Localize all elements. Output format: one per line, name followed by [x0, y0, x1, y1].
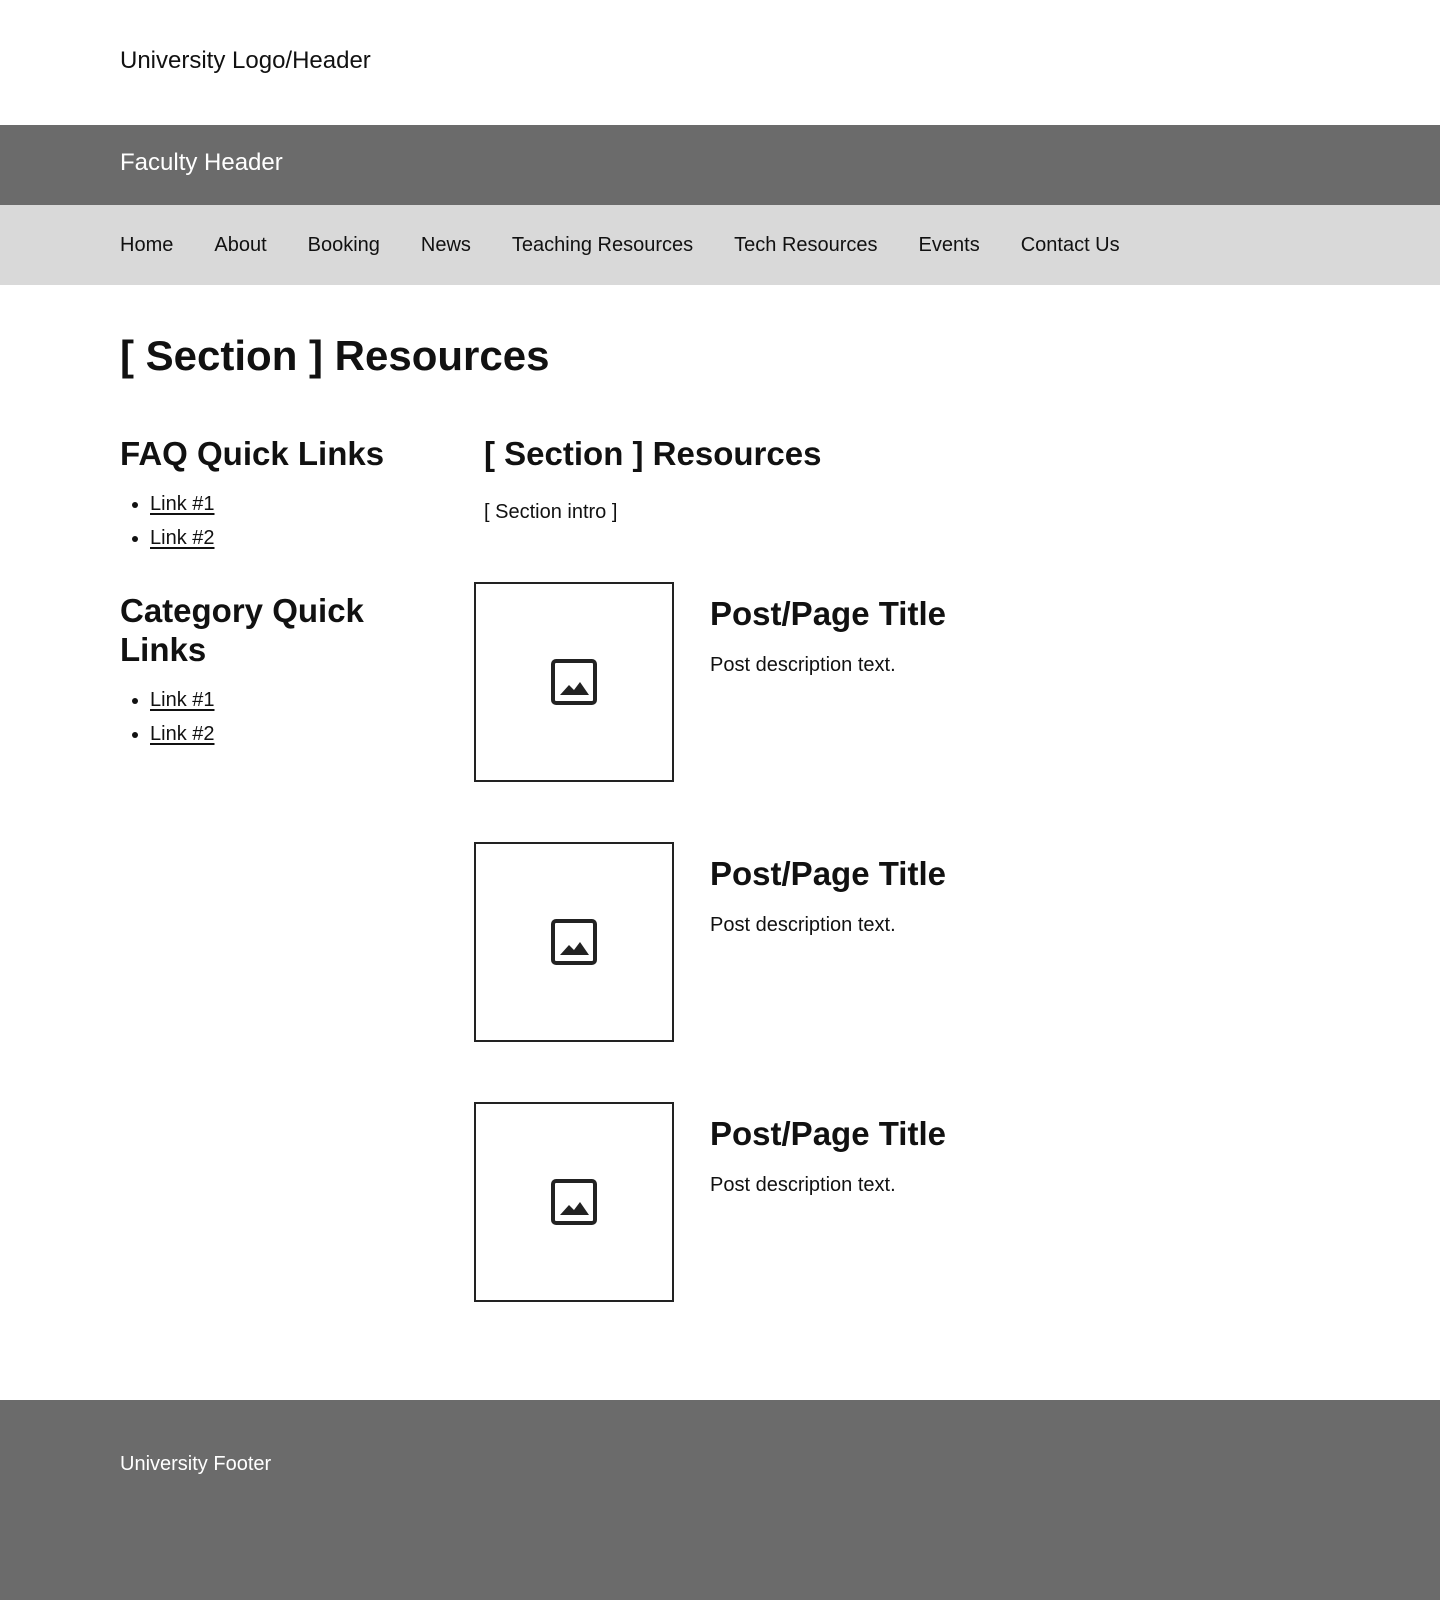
post-thumbnail[interactable] [474, 1102, 674, 1302]
sidebar: FAQ Quick Links Link #1 Link #2 Category… [120, 434, 420, 751]
category-quick-links-title: Category Quick Links [120, 592, 364, 668]
nav-item-events[interactable]: Events [919, 234, 980, 257]
faq-quick-links-title: FAQ Quick Links [120, 435, 385, 472]
image-icon [551, 659, 597, 705]
faq-link-list: Link #1 Link #2 [120, 487, 420, 555]
post-description: Post description text. [710, 914, 896, 936]
faq-link-2[interactable]: Link #2 [150, 527, 215, 549]
post-card[interactable]: Post/Page Title Post description text. [474, 1102, 1374, 1302]
footer-text: University Footer [120, 1453, 272, 1475]
post-title[interactable]: Post/Page Title [710, 594, 946, 633]
category-quick-links: Category Quick Links Link #1 Link #2 [120, 591, 420, 751]
post-card[interactable]: Post/Page Title Post description text. [474, 842, 1374, 1042]
list-item: Link #2 [150, 521, 420, 555]
post-title[interactable]: Post/Page Title [710, 854, 946, 893]
main-content: [ Section ] Resources [ Section intro ] … [474, 434, 1384, 1302]
faq-link-1[interactable]: Link #1 [150, 493, 215, 515]
nav-item-booking[interactable]: Booking [308, 234, 380, 257]
list-item: Link #2 [150, 717, 420, 751]
post-card[interactable]: Post/Page Title Post description text. [474, 582, 1374, 782]
post-thumbnail[interactable] [474, 842, 674, 1042]
image-icon [551, 919, 597, 965]
section-intro: [ Section intro ] [484, 501, 618, 523]
section-title: [ Section ] Resources [484, 435, 822, 472]
nav-item-about[interactable]: About [214, 234, 266, 257]
list-item: Link #1 [150, 683, 420, 717]
nav-item-contact-us[interactable]: Contact Us [1021, 234, 1120, 257]
nav-item-teaching-resources[interactable]: Teaching Resources [512, 234, 693, 257]
nav-item-news[interactable]: News [421, 234, 471, 257]
post-description: Post description text. [710, 654, 896, 676]
category-link-1[interactable]: Link #1 [150, 689, 215, 711]
image-icon [551, 1179, 597, 1225]
nav-item-tech-resources[interactable]: Tech Resources [734, 234, 877, 257]
page-title: [ Section ] Resources [120, 332, 550, 379]
post-description: Post description text. [710, 1174, 896, 1196]
faq-quick-links: FAQ Quick Links Link #1 Link #2 [120, 434, 420, 555]
nav-item-home[interactable]: Home [120, 234, 173, 257]
category-link-2[interactable]: Link #2 [150, 723, 215, 745]
university-footer: University Footer [0, 1400, 1440, 1600]
university-logo-text: University Logo/Header [120, 47, 371, 74]
university-header: University Logo/Header [0, 0, 1440, 125]
post-title[interactable]: Post/Page Title [710, 1114, 946, 1153]
faculty-header: Faculty Header [0, 125, 1440, 205]
faculty-header-text: Faculty Header [120, 149, 283, 176]
list-item: Link #1 [150, 487, 420, 521]
category-link-list: Link #1 Link #2 [120, 683, 420, 751]
post-thumbnail[interactable] [474, 582, 674, 782]
main-nav: Home About Booking News Teaching Resourc… [0, 205, 1440, 285]
